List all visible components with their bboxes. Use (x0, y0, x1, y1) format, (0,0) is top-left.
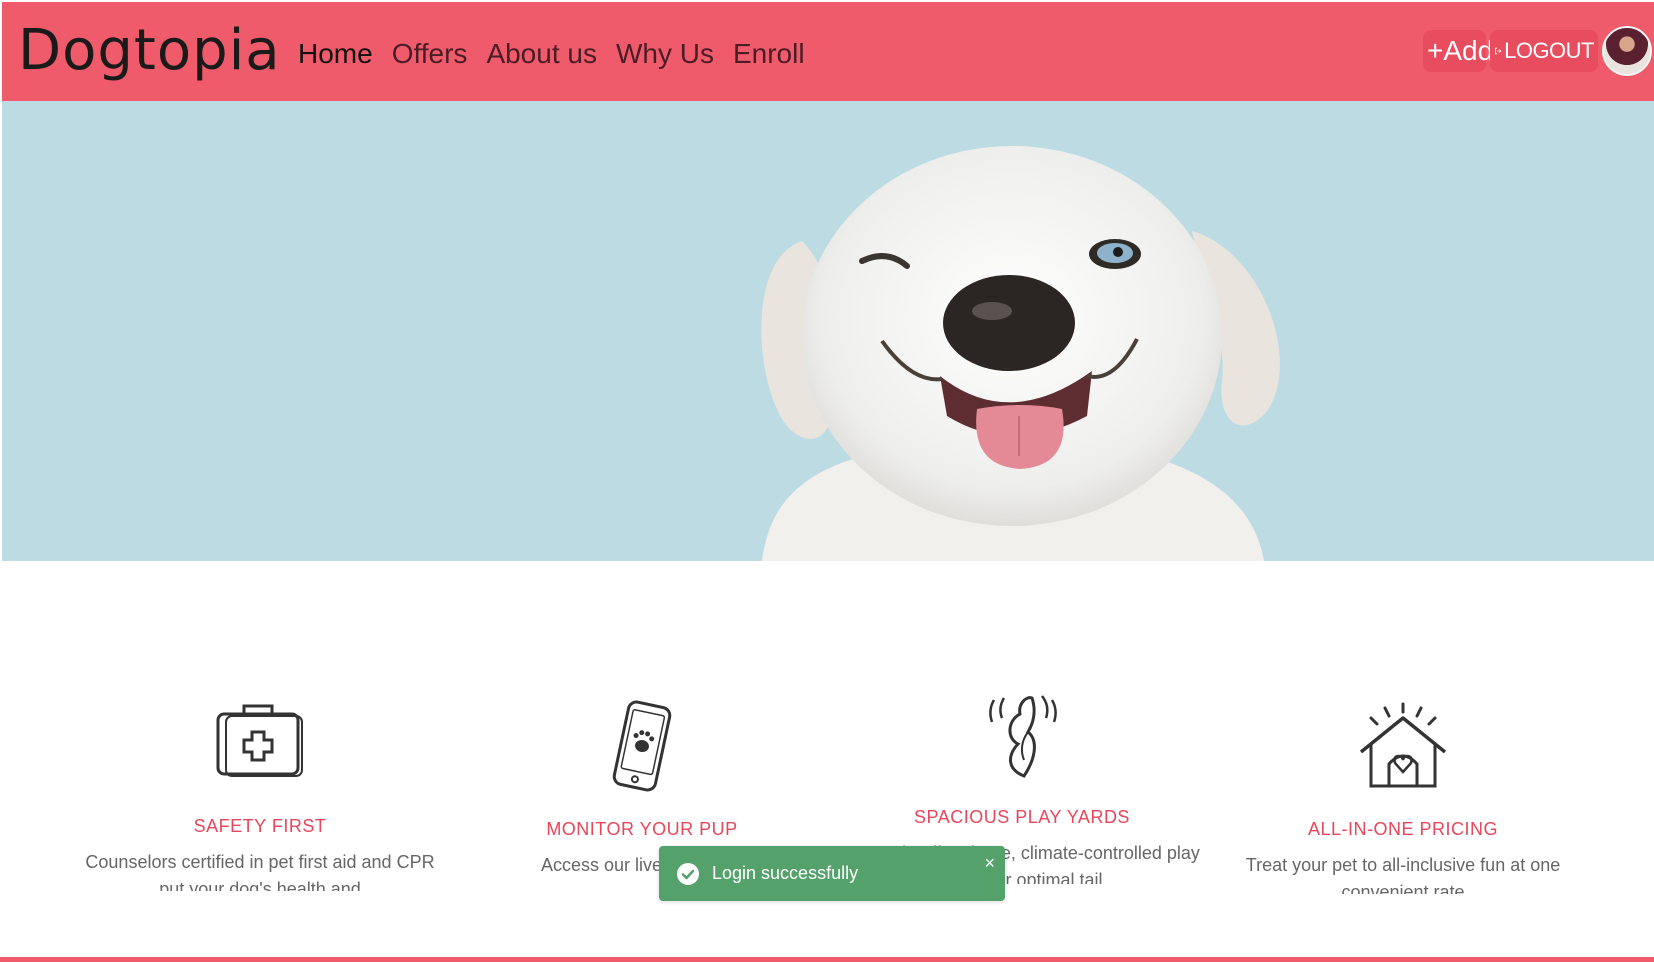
check-circle-icon (677, 862, 699, 885)
wagging-tail-icon (989, 695, 1057, 778)
nav-link-offers[interactable]: Offers (392, 36, 468, 72)
add-button[interactable]: +Add (1423, 30, 1493, 72)
puppy-image (2, 101, 1654, 561)
first-aid-kit-icon (216, 704, 303, 777)
feature-title: SPACIOUS PLAY YARDS (914, 807, 1130, 827)
avatar[interactable] (1602, 26, 1652, 76)
feature-title: MONITOR YOUR PUP (546, 819, 738, 839)
nav-link-home[interactable]: Home (298, 36, 373, 72)
toast-message: Login successfully (712, 863, 859, 883)
feature-pricing: ALL-IN-ONE PRICING Treat your pet to all… (1223, 700, 1583, 894)
dog-house-heart-icon (1359, 702, 1447, 788)
feature-text-wrap: Treat your pet to all-inclusive fun at o… (1223, 852, 1583, 894)
footer-bar (0, 957, 1654, 962)
feature-title: ALL-IN-ONE PRICING (1307, 819, 1499, 839)
nav-actions: +Add LOGOUT (1423, 26, 1652, 76)
feature-text: Counselors certified in pet first aid an… (85, 852, 435, 891)
feature-text: Treat your pet to all-inclusive fun at o… (1245, 855, 1561, 894)
nav-link-about[interactable]: About us (486, 36, 597, 72)
nav-link-enroll[interactable]: Enroll (733, 36, 805, 72)
top-navbar: Dogtopia Home Offers About us Why Us Enr… (2, 2, 1654, 101)
feature-title: SAFETY FIRST (193, 816, 327, 836)
phone-paw-icon (612, 700, 672, 792)
nav-links: Home Offers About us Why Us Enroll (298, 36, 805, 72)
login-toast: Login successfully × (659, 846, 1005, 901)
logout-label: LOGOUT (1504, 38, 1594, 63)
hero-banner (2, 101, 1654, 561)
brand-logo[interactable]: Dogtopia (18, 16, 281, 86)
logout-icon (1495, 47, 1502, 55)
feature-text-wrap: Counselors certified in pet first aid an… (80, 849, 440, 891)
close-icon[interactable]: × (984, 854, 995, 872)
nav-link-why-us[interactable]: Why Us (616, 36, 714, 72)
feature-safety: SAFETY FIRST Counselors certified in pet… (80, 700, 440, 891)
logout-button[interactable]: LOGOUT (1490, 30, 1598, 72)
